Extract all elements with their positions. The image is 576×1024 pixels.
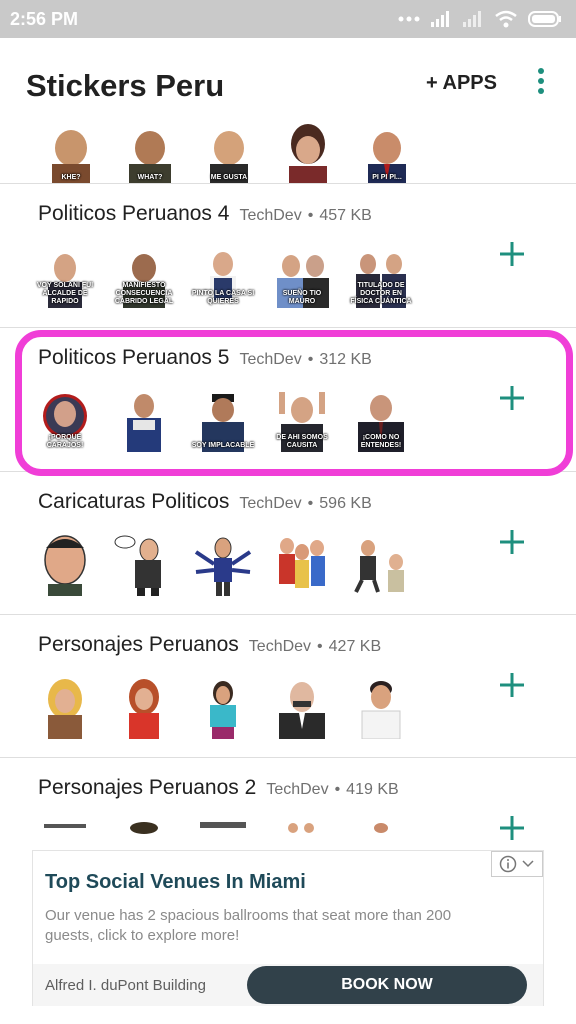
notification-dots-icon [398, 16, 420, 22]
sticker: PINTO LA CASA SI QUIERES [192, 244, 254, 308]
ad-choices[interactable] [491, 851, 543, 877]
sticker: TITULADO DE DOCTOR EN FÍSICA CUÁNTICA [350, 244, 412, 308]
sticker-row [34, 818, 412, 850]
sticker-caption: KHE? [61, 174, 81, 181]
pack-size: 419 KB [346, 781, 399, 798]
sticker-caption: VOY SOLANI FUI ALCALDE DE RAPIDO [36, 282, 94, 305]
add-pack-plus-icon[interactable] [496, 526, 528, 558]
chevron-down-icon [522, 860, 534, 868]
sticker [192, 818, 254, 850]
sticker: PI PI PI... [356, 120, 418, 184]
pack-name: Personajes Peruanos [38, 633, 239, 656]
pack-name: Personajes Peruanos 2 [38, 776, 257, 799]
sticker-row: KHE? WHAT? ME GUSTA PI PI PI... [40, 120, 418, 184]
sticker-caption: PI PI PI... [372, 174, 402, 181]
more-vert-icon[interactable] [534, 68, 548, 98]
sticker-caption: MANIFIESTO CONSECUENCIA CABRIDO LEGAL [114, 282, 174, 305]
sticker [113, 675, 175, 739]
add-pack-plus-icon[interactable] [496, 812, 528, 844]
sticker [350, 532, 412, 596]
sticker: VOY SOLANI FUI ALCALDE DE RAPIDO [34, 244, 96, 308]
sticker [113, 818, 175, 850]
sticker [271, 675, 333, 739]
pack-author: TechDev [266, 781, 329, 798]
ad-advertiser: Alfred I. duPont Building [45, 977, 206, 994]
sticker-row [34, 532, 412, 596]
sticker-row [34, 675, 412, 740]
sticker [350, 675, 412, 740]
sticker-row: VOY SOLANI FUI ALCALDE DE RAPIDO MANIFIE… [34, 244, 412, 308]
pack-author: TechDev [239, 495, 302, 512]
sticker [271, 818, 333, 850]
pack-name: Politicos Peruanos 4 [38, 202, 230, 225]
pack-author: TechDev [239, 207, 302, 224]
book-now-button[interactable]: BOOK NOW [247, 966, 527, 1004]
sticker [113, 532, 175, 596]
pack-title: Personajes Peruanos 2 TechDev • 419 KB [38, 776, 399, 800]
sticker: KHE? [40, 120, 102, 184]
pack-size-separator: • [307, 495, 314, 512]
apps-button[interactable]: + APPS [426, 72, 497, 95]
sticker: ME GUSTA [198, 120, 260, 184]
pack-size: 596 KB [319, 495, 372, 512]
ad-title[interactable]: Top Social Venues In Miami [45, 871, 306, 894]
sticker-caption: SUEÑO TIO MAURO [282, 290, 322, 305]
sticker: WHAT? [119, 120, 181, 184]
sticker-pack[interactable]: Caricaturas Politicos TechDev • 596 KB [0, 472, 576, 615]
pack-size: 427 KB [328, 638, 382, 655]
pack-size: 457 KB [319, 207, 372, 224]
add-pack-plus-icon[interactable] [496, 669, 528, 701]
sticker-caption: PINTO LA CASA SI QUIERES [191, 290, 255, 305]
battery-icon [528, 11, 561, 27]
sticker-caption: TITULADO DE DOCTOR EN FÍSICA CUÁNTICA [350, 282, 412, 305]
app-bar: Stickers Peru + APPS [0, 38, 576, 130]
sticker-pack[interactable]: Personajes Peruanos TechDev • 427 KB [0, 615, 576, 758]
sticker [277, 120, 339, 184]
pack-title: Politicos Peruanos 4 TechDev • 457 KB [38, 202, 372, 226]
highlight-box [15, 330, 573, 476]
pack-title: Personajes Peruanos TechDev • 427 KB [38, 633, 381, 657]
sticker-caption: ME GUSTA [210, 174, 248, 181]
sticker [34, 675, 96, 739]
sticker [350, 818, 412, 850]
cell-signal-icon [431, 11, 449, 27]
sticker-pack-list[interactable]: KHE? WHAT? ME GUSTA PI PI PI... Politico… [0, 120, 576, 850]
info-icon [499, 855, 517, 873]
pack-author: TechDev [248, 638, 312, 655]
sticker-pack[interactable]: Personajes Peruanos 2 TechDev • 419 KB [0, 758, 576, 850]
pack-size-separator: • [307, 207, 314, 224]
sticker [34, 532, 96, 596]
sticker [192, 675, 254, 739]
sticker: MANIFIESTO CONSECUENCIA CABRIDO LEGAL [113, 244, 175, 308]
add-pack-plus-icon[interactable] [496, 238, 528, 270]
pack-name: Caricaturas Politicos [38, 490, 230, 513]
sticker-pack[interactable]: Politicos Peruanos 4 TechDev • 457 KB VOY S… [0, 184, 576, 327]
pack-title: Caricaturas Politicos TechDev • 596 KB [38, 490, 372, 514]
status-icons [398, 10, 562, 28]
sticker: SUEÑO TIO MAURO [271, 244, 333, 308]
pack-size-separator: • [317, 638, 323, 655]
app-title: Stickers Peru [26, 68, 225, 103]
pack-size-separator: • [334, 781, 341, 798]
status-bar: 2:56 PM [0, 0, 576, 38]
sticker-caption: WHAT? [137, 174, 163, 181]
ad-banner[interactable]: Top Social Venues In Miami Our venue has… [32, 850, 544, 1006]
wifi-icon [495, 10, 517, 28]
status-time: 2:56 PM [10, 8, 79, 29]
ad-body: Our venue has 2 spacious ballrooms that … [45, 907, 452, 944]
cell-signal-icon [463, 11, 481, 27]
sticker [192, 532, 254, 596]
sticker [34, 818, 96, 850]
sticker [271, 532, 333, 596]
